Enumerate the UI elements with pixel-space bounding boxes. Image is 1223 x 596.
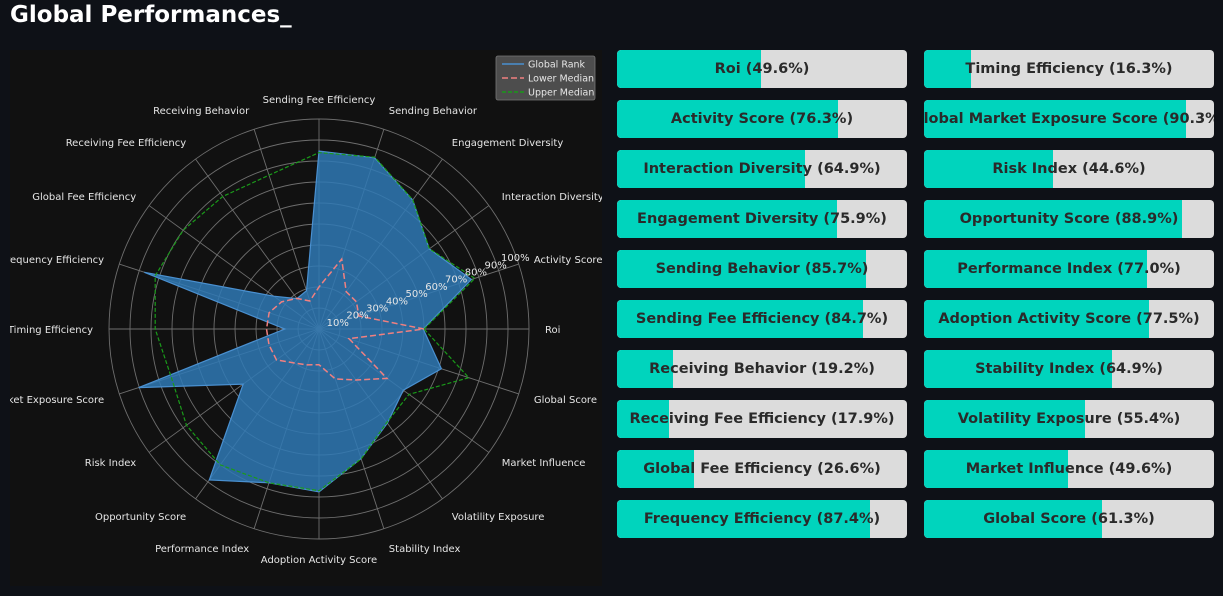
radial-tick-label: 100% [501,253,530,264]
axis-label-stability-index: Stability Index [389,544,461,555]
axis-label-opportunity-score: Opportunity Score [95,512,186,523]
progress-bar-label: Timing Efficiency (16.3%) [965,61,1173,77]
radar-svg: 10%20%30%40%50%60%70%80%90%100%RoiActivi… [10,50,602,586]
progress-bar: Frequency Efficiency (87.4%) [617,500,907,538]
progress-bar-label: Market Influence (49.6%) [965,461,1173,477]
progress-bar: Stability Index (64.9%) [924,350,1214,388]
legend-label-upper-median: Upper Median [528,88,594,99]
progress-bar: Engagement Diversity (75.9%) [617,200,907,238]
legend-label-lower-median: Lower Median [528,74,594,85]
axis-label-frequency-efficiency: Frequency Efficiency [10,255,104,266]
progress-bar-label: Volatility Exposure (55.4%) [957,411,1181,427]
progress-bar-label: Global Score (61.3%) [983,511,1155,527]
progress-bar-label: Opportunity Score (88.9%) [959,211,1179,227]
page-title: Global Performances_ [10,2,292,28]
progress-bar: Sending Fee Efficiency (84.7%) [617,300,907,338]
progress-bar: Roi (49.6%) [617,50,907,88]
progress-bar: Volatility Exposure (55.4%) [924,400,1214,438]
progress-bar-label: Frequency Efficiency (87.4%) [643,511,881,527]
progress-bar-label: Performance Index (77.0%) [957,261,1181,277]
axis-label-sending-fee-efficiency: Sending Fee Efficiency [263,95,376,106]
progress-bar-label: Risk Index (44.6%) [992,161,1146,177]
progress-bar-label: Roi (49.6%) [714,61,810,77]
progress-bar-label: Adoption Activity Score (77.5%) [938,311,1200,327]
axis-label-global-market-exposure-score: Global Market Exposure Score [10,395,104,406]
axis-label-volatility-exposure: Volatility Exposure [452,512,545,523]
axis-label-performance-index: Performance Index [155,544,249,555]
progress-bar: Receiving Fee Efficiency (17.9%) [617,400,907,438]
progress-bar: Performance Index (77.0%) [924,250,1214,288]
bars-left-column: Roi (49.6%) Activity Score (76.3%) Interac… [617,50,907,550]
bars-right-column: Timing Efficiency (16.3%) Global Market E… [924,50,1214,550]
progress-bar-label: Activity Score (76.3%) [670,111,854,127]
radar-chart: 10% 20% 30% 40% 50% 60% 70% 80% 90% 100% Roi Activi… [10,50,602,586]
progress-bar: Global Score (61.3%) [924,500,1214,538]
progress-bar: Market Influence (49.6%) [924,450,1214,488]
progress-bar: Timing Efficiency (16.3%) [924,50,1214,88]
progress-bar-label: Global Market Exposure Score (90.3%) [924,111,1214,127]
progress-bar-label: Engagement Diversity (75.9%) [637,211,887,227]
axis-label-risk-index: Risk Index [85,458,137,469]
axis-label-sending-behavior: Sending Behavior [389,106,478,117]
progress-bar: Risk Index (44.6%) [924,150,1214,188]
axis-label-activity-score: Activity Score [534,255,602,266]
progress-bar: Receiving Behavior (19.2%) [617,350,907,388]
progress-bar: Opportunity Score (88.9%) [924,200,1214,238]
progress-bar-label: Receiving Fee Efficiency (17.9%) [629,411,895,427]
axis-label-global-score: Global Score [534,395,597,406]
progress-bar-label: Receiving Behavior (19.2%) [649,361,875,377]
axis-label-interaction-diversity: Interaction Diversity [502,192,602,203]
axis-label-receiving-behavior: Receiving Behavior [153,106,250,117]
axis-label-global-fee-efficiency: Global Fee Efficiency [32,192,136,203]
axis-label-roi: Roi [545,325,560,336]
progress-bar-label: Interaction Diversity (64.9%) [643,161,881,177]
progress-bar: Interaction Diversity (64.9%) [617,150,907,188]
axis-label-engagement-diversity: Engagement Diversity [452,138,564,149]
progress-bar: Global Market Exposure Score (90.3%) [924,100,1214,138]
axis-label-market-influence: Market Influence [502,458,586,469]
progress-bar: Global Fee Efficiency (26.6%) [617,450,907,488]
axis-label-receiving-fee-efficiency: Receiving Fee Efficiency [66,138,187,149]
axis-label-timing-efficiency: Timing Efficiency [10,325,93,336]
axis-label-adoption-activity-score: Adoption Activity Score [261,555,377,566]
legend-label-global-rank: Global Rank [528,60,586,71]
progress-bar-label: Sending Fee Efficiency (84.7%) [635,311,889,327]
progress-bar: Activity Score (76.3%) [617,100,907,138]
progress-bar-label: Stability Index (64.9%) [975,361,1163,377]
progress-bar: Adoption Activity Score (77.5%) [924,300,1214,338]
progress-bar-label: Sending Behavior (85.7%) [655,261,869,277]
progress-bar-label: Global Fee Efficiency (26.6%) [643,461,881,477]
progress-bar: Sending Behavior (85.7%) [617,250,907,288]
